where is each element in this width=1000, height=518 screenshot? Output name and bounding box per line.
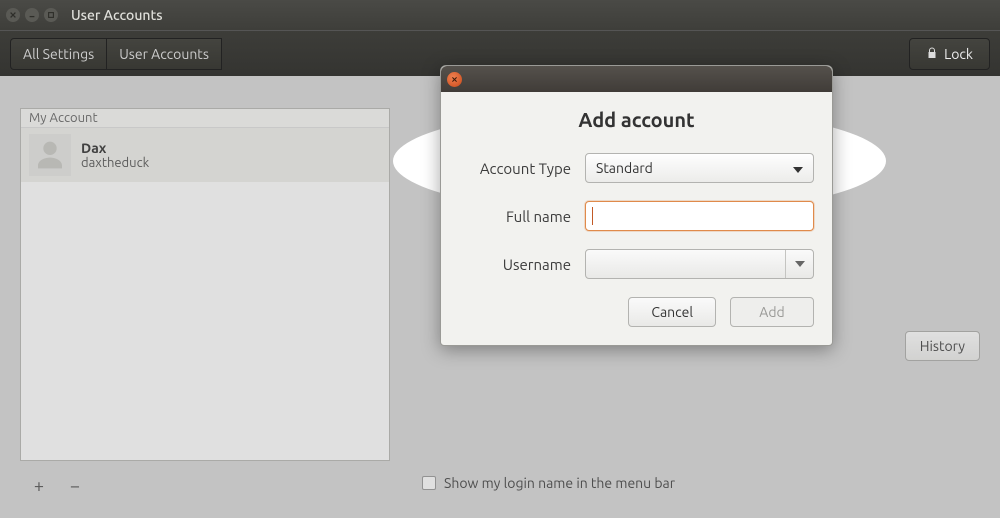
account-type-select[interactable]: Standard <box>585 153 814 183</box>
account-names: Dax daxtheduck <box>81 140 149 170</box>
account-row[interactable]: Dax daxtheduck <box>21 128 389 182</box>
account-list-footer: + − <box>20 471 94 501</box>
chevron-down-icon <box>793 160 803 176</box>
maximize-window-button[interactable] <box>44 8 58 22</box>
lock-button-label: Lock <box>944 46 973 62</box>
lock-button[interactable]: Lock <box>909 38 990 70</box>
breadcrumb-all-settings[interactable]: All Settings <box>10 38 107 70</box>
add-account-dialog: Add account Account Type Standard Full n… <box>440 65 833 346</box>
cancel-button[interactable]: Cancel <box>628 297 716 327</box>
dialog-close-button[interactable] <box>447 72 462 87</box>
minimize-window-button[interactable] <box>25 8 39 22</box>
account-type-label: Account Type <box>459 160 571 177</box>
account-username: daxtheduck <box>81 156 149 170</box>
account-list-header: My Account <box>21 109 389 128</box>
add-account-button[interactable]: + <box>30 477 48 495</box>
username-label: Username <box>459 256 571 273</box>
text-cursor <box>592 207 593 225</box>
history-button[interactable]: History <box>905 331 980 361</box>
close-icon <box>451 76 458 83</box>
login-name-menubar-row: Show my login name in the menu bar <box>422 475 675 491</box>
window-titlebar: User Accounts <box>0 0 1000 30</box>
full-name-input[interactable] <box>585 201 814 231</box>
close-window-button[interactable] <box>6 8 20 22</box>
dialog-titlebar <box>441 66 832 92</box>
account-type-value: Standard <box>596 160 653 176</box>
login-name-menubar-label: Show my login name in the menu bar <box>444 475 675 491</box>
full-name-label: Full name <box>459 208 571 225</box>
avatar <box>29 134 71 176</box>
account-list-panel: My Account Dax daxtheduck <box>20 108 390 461</box>
window-title: User Accounts <box>71 7 163 23</box>
chevron-down-icon <box>785 250 813 278</box>
username-combo[interactable] <box>585 249 814 279</box>
login-name-menubar-checkbox[interactable] <box>422 476 436 490</box>
dialog-heading: Add account <box>459 108 814 131</box>
breadcrumb-user-accounts[interactable]: User Accounts <box>106 38 222 70</box>
lock-icon <box>926 46 938 62</box>
account-display-name: Dax <box>81 140 149 156</box>
add-button[interactable]: Add <box>730 297 814 327</box>
remove-account-button[interactable]: − <box>66 477 84 495</box>
user-icon <box>34 139 66 171</box>
